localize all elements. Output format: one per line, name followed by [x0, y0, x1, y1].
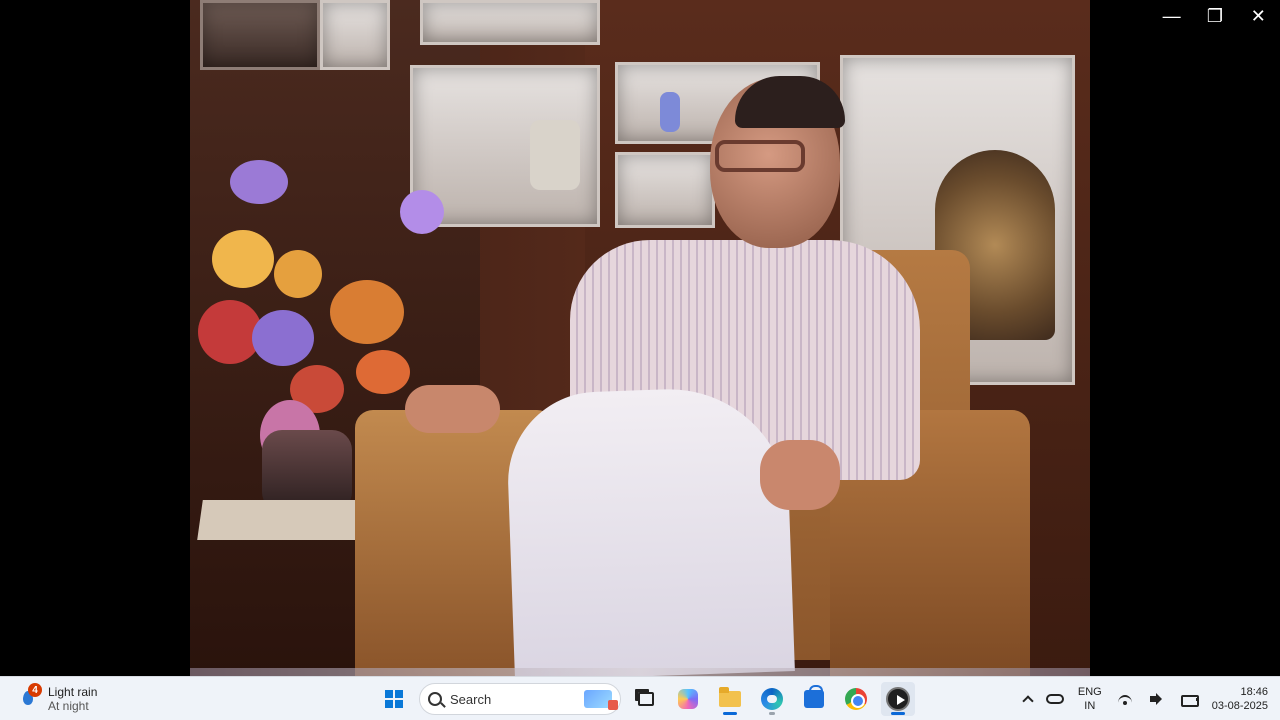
store-icon [804, 685, 824, 708]
flower [356, 350, 410, 394]
small-figurine [660, 92, 680, 132]
media-player-icon [886, 687, 910, 711]
file-explorer-button[interactable] [713, 682, 747, 716]
video-area: — ❐ ✕ [0, 0, 1280, 676]
taskbar: 4 Light rain At night Search ENG IN 18:4… [0, 676, 1280, 720]
search-label: Search [450, 691, 492, 707]
flower [252, 310, 314, 366]
weather-subtitle: At night [48, 699, 89, 713]
video-frame[interactable] [190, 0, 1090, 676]
video-scanline [190, 668, 1090, 676]
notification-badge: 4 [28, 683, 42, 697]
media-player-button[interactable] [881, 682, 915, 716]
flower [274, 250, 322, 298]
language-secondary: IN [1084, 700, 1096, 712]
battery-icon[interactable] [1180, 691, 1199, 707]
close-button[interactable]: ✕ [1240, 0, 1276, 32]
flower [230, 160, 288, 204]
search-highlight-icon [584, 690, 618, 710]
active-indicator [891, 712, 905, 715]
start-button[interactable] [377, 682, 411, 716]
rain-icon: 4 [16, 683, 42, 711]
eyeglasses [715, 140, 805, 172]
shelf-middle-bottom [615, 152, 715, 228]
person-dhoti [505, 385, 795, 676]
copilot-icon [678, 689, 698, 709]
shelf-top-left [200, 0, 320, 70]
task-view-button[interactable] [629, 682, 663, 716]
person-right-hand [760, 440, 840, 510]
language-primary: ENG [1077, 686, 1102, 698]
copilot-button[interactable] [671, 682, 705, 716]
wifi-icon[interactable] [1116, 691, 1134, 707]
taskbar-center-icons: Search [377, 681, 915, 717]
window-controls: — ❐ ✕ [1150, 0, 1280, 32]
clock[interactable]: 18:46 03-08-2025 [1212, 685, 1268, 713]
clock-date: 03-08-2025 [1211, 700, 1268, 712]
folder-icon [719, 687, 741, 707]
chevron-up-icon[interactable] [1022, 695, 1034, 707]
active-indicator [723, 712, 737, 715]
shelf-top-small [320, 0, 390, 70]
minimize-button[interactable]: — [1154, 0, 1190, 32]
restore-button[interactable]: ❐ [1197, 0, 1233, 32]
edge-icon [761, 688, 783, 710]
store-button[interactable] [797, 682, 831, 716]
statue-ornament [530, 120, 580, 190]
chrome-button[interactable] [839, 682, 873, 716]
edge-button[interactable] [755, 682, 789, 716]
weather-text: Light rain At night [48, 685, 97, 713]
task-view-icon [638, 692, 654, 706]
active-indicator [769, 712, 775, 715]
volume-icon[interactable] [1148, 691, 1166, 707]
system-tray: ENG IN 18:46 03-08-2025 [1022, 681, 1268, 717]
flower [400, 190, 444, 234]
flower [330, 280, 404, 344]
clock-time: 18:46 [1240, 686, 1268, 698]
taskbar-search[interactable]: Search [419, 683, 621, 715]
language-indicator[interactable]: ENG IN [1078, 685, 1102, 713]
chrome-icon [845, 688, 867, 710]
weather-widget[interactable]: 4 Light rain At night [16, 681, 97, 717]
search-icon [428, 692, 442, 706]
shelf-top-middle [420, 0, 600, 45]
windows-logo-icon [385, 690, 403, 708]
person-left-hand [405, 385, 500, 433]
weather-condition: Light rain [48, 685, 98, 699]
flower [212, 230, 274, 288]
onedrive-icon[interactable] [1045, 694, 1064, 704]
